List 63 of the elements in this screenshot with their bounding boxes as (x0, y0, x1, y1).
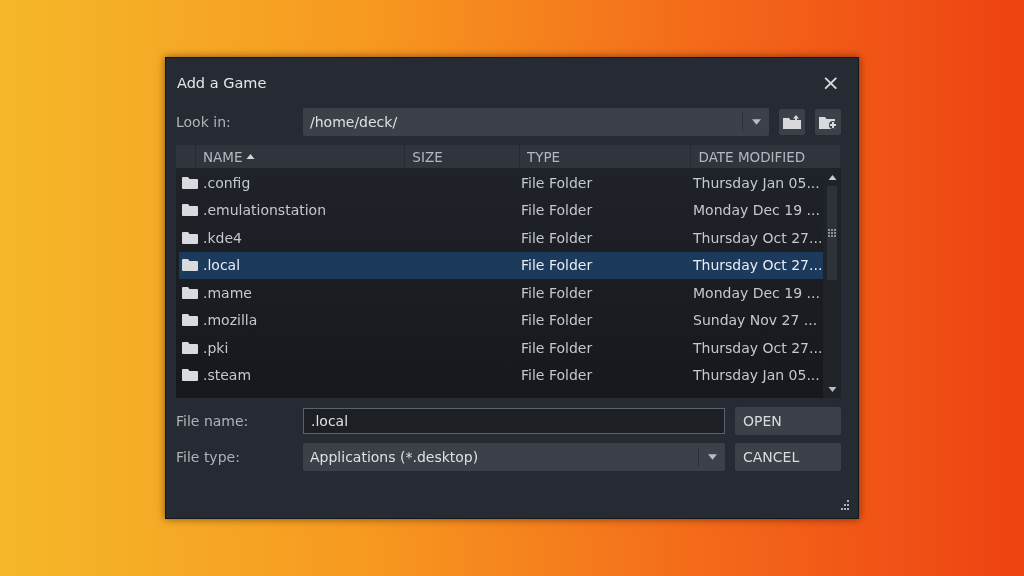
caret-icon (751, 119, 761, 125)
close-button[interactable]: × (817, 72, 844, 94)
folder-icon (181, 203, 199, 218)
file-type: File Folder (521, 284, 594, 301)
file-name: .emulationstation (203, 202, 328, 219)
new-folder-button[interactable] (815, 109, 841, 135)
file-row[interactable]: .mozilla File Folder Sunday Nov 27 ... (179, 306, 823, 334)
file-row[interactable]: .pki File Folder Thursday Oct 27... (179, 334, 823, 362)
grip-icon (828, 229, 836, 237)
file-type-dropdown[interactable]: Applications (*.desktop) (303, 443, 725, 471)
new-folder-icon (818, 114, 838, 130)
file-name-label: File name: (176, 413, 250, 429)
file-name-field[interactable]: .local (303, 408, 725, 434)
window-title: Add a Game (177, 75, 267, 91)
file-type: File Folder (521, 174, 594, 191)
folder-icon (181, 285, 199, 300)
folder-icon (181, 340, 199, 355)
date-modified: Thursday Oct 27... (693, 229, 823, 246)
file-type: File Folder (521, 202, 594, 219)
file-name: .steam (203, 367, 253, 384)
date-modified: Monday Dec 19 ... (693, 284, 820, 301)
date-modified: Thursday Oct 27... (693, 339, 823, 356)
file-name: .kde4 (203, 229, 243, 246)
file-row[interactable]: .config File Folder Thursday Jan 05... (179, 169, 823, 197)
folder-icon (181, 175, 199, 190)
file-name: .local (203, 257, 242, 274)
file-type: File Folder (521, 312, 594, 329)
file-name: .pki (203, 339, 230, 356)
folder-icon (181, 313, 199, 328)
file-type: File Folder (521, 367, 594, 384)
look-in-dropdown[interactable]: /home/deck/ (303, 108, 769, 136)
file-row[interactable]: .emulationstation File Folder Monday Dec 19 ... (179, 196, 823, 224)
column-header[interactable]: TYPE (520, 145, 692, 168)
file-row[interactable]: .mame File Folder Monday Dec 19 ... (179, 279, 823, 307)
file-row[interactable]: .local File Folder Thursday Oct 27... (179, 251, 823, 279)
date-modified: Monday Dec 19 ... (693, 202, 820, 219)
folder-up-button[interactable] (779, 109, 805, 135)
file-name: .mame (203, 284, 253, 301)
folder-icon (181, 230, 199, 245)
scroll-up-icon (827, 174, 837, 180)
file-row[interactable]: .steam File Folder Thursday Jan 05... (179, 361, 823, 389)
file-row[interactable]: .kde4 File Folder Thursday Oct 27... (179, 224, 823, 252)
cancel-button[interactable]: CANCEL (735, 443, 841, 471)
look-in-label: Look in: (176, 114, 232, 130)
file-type: File Folder (521, 257, 594, 274)
date-modified: Thursday Jan 05... (693, 367, 820, 384)
column-header[interactable]: SIZE (405, 145, 520, 168)
folder-icon (181, 258, 199, 273)
file-type: File Folder (521, 229, 594, 246)
date-modified: Sunday Nov 27 ... (693, 312, 818, 329)
column-header[interactable]: NAME (195, 145, 406, 168)
resize-grip-icon[interactable] (838, 500, 850, 512)
date-modified: Thursday Jan 05... (693, 174, 820, 191)
file-name: .mozilla (203, 312, 259, 329)
open-button[interactable]: OPEN (735, 407, 841, 435)
file-name: .config (203, 174, 252, 191)
file-type: File Folder (521, 339, 594, 356)
folder-up-icon (782, 114, 802, 130)
scroll-down-icon (827, 386, 837, 392)
file-type-label: File type: (176, 449, 241, 465)
date-modified: Thursday Oct 27... (693, 257, 823, 274)
caret-icon (707, 454, 717, 460)
folder-icon (181, 368, 199, 383)
